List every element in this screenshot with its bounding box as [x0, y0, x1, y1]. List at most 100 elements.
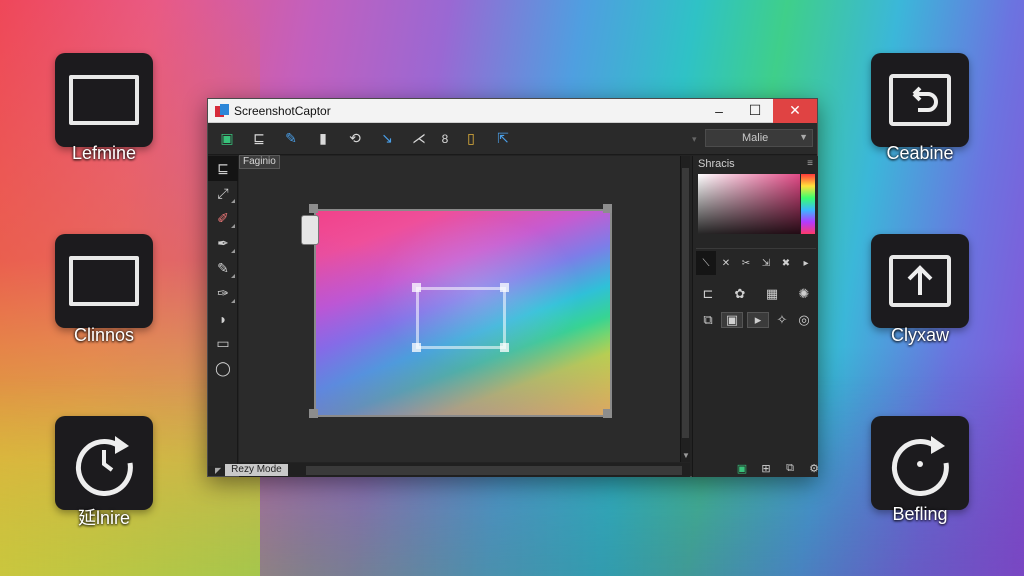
resize-icon: ⤢ — [217, 185, 229, 201]
status-menu-icon[interactable]: ◤ — [215, 466, 221, 475]
selection-handle-bottom-right[interactable] — [500, 343, 509, 352]
horizontal-scrollbar[interactable] — [305, 465, 682, 475]
brush-line-icon[interactable]: ⟍ — [696, 251, 716, 275]
selection-handle-top-right[interactable] — [500, 283, 509, 292]
export-icon[interactable]: ⇱ — [490, 128, 516, 150]
eye-icon[interactable]: ◎ — [795, 312, 813, 328]
color-picker[interactable] — [698, 174, 800, 234]
vertical-scrollbar[interactable]: ▼ — [680, 156, 690, 462]
sparkle-icon[interactable]: ✺ — [795, 286, 813, 302]
close-button[interactable]: ✕ — [773, 98, 817, 123]
maximize-button[interactable]: ☐ — [737, 99, 773, 123]
refresh-icon — [891, 436, 949, 496]
mode-select[interactable]: Malie ▼ — [705, 129, 813, 147]
title-bar[interactable]: ScreenshotCaptor – ☐ ✕ — [208, 98, 817, 123]
count-label: 8 — [441, 131, 449, 146]
rectangle-icon — [69, 75, 139, 125]
resize-handle-bottom-right[interactable] — [603, 409, 612, 418]
document-icon[interactable]: ▮ — [310, 128, 336, 150]
rotate-icon[interactable]: ⟲ — [342, 128, 368, 150]
brush-tool-button[interactable]: ✎ — [208, 256, 238, 281]
stamp-icon: ✑ — [217, 285, 229, 301]
rectangle-tool-button[interactable]: ▭ — [208, 331, 238, 356]
desktop-icon-label: Befling — [892, 504, 948, 524]
select-icon: ⊑ — [217, 160, 229, 176]
pen-icon: ✐ — [217, 210, 229, 226]
desktop-icon-label: 延lnire — [77, 508, 130, 528]
resize-handle-top-left[interactable] — [309, 204, 318, 213]
panel-header: Shracis ≡ — [693, 156, 818, 172]
eyedropper-tool-button[interactable]: ✒ — [208, 231, 238, 256]
brush-icon: ✎ — [217, 260, 229, 276]
brush-x-icon[interactable]: ✖ — [776, 251, 796, 275]
mode-select-value: Malie — [742, 132, 769, 144]
minimize-button[interactable]: – — [701, 99, 737, 123]
window-title: ScreenshotCaptor — [234, 103, 331, 118]
clipboard-icon[interactable]: ▯ — [458, 128, 484, 150]
frame-icon[interactable]: ▣ — [721, 312, 743, 328]
gear-icon[interactable]: ✿ — [731, 286, 749, 302]
app-window: ScreenshotCaptor – ☐ ✕ ▣ ⊑ ✎ ▮ ⟲ ↘ ⋌ 8 ▯… — [207, 98, 819, 477]
ellipse-icon: ◯ — [215, 360, 231, 376]
crop-icon[interactable]: ⊑ — [246, 128, 272, 150]
draw-icon[interactable]: ✎ — [278, 128, 304, 150]
app-logo-icon — [215, 103, 229, 118]
desktop-icon-refresh-left[interactable] — [55, 416, 153, 510]
pen-tool-button[interactable]: ✐ — [208, 206, 238, 231]
image-icon[interactable]: ▣ — [733, 460, 751, 476]
copy-icon[interactable]: ⧉ — [699, 312, 717, 328]
back-arrow-icon — [889, 74, 951, 126]
desktop-icon-ceabine[interactable] — [871, 53, 969, 147]
stamp-tool-button[interactable]: ✑ — [208, 281, 238, 306]
desktop-icon-clinnos[interactable] — [55, 234, 153, 328]
desktop-icon-label: Ceabine — [886, 143, 954, 163]
tool-options-row-1: ⊏ ✿ ▦ ✺ — [699, 286, 813, 302]
desktop-icon-label: Clinnos — [73, 325, 135, 345]
crop-option-icon[interactable]: ⊏ — [699, 286, 717, 302]
brush-cross-icon[interactable]: ✕ — [716, 251, 736, 275]
ellipse-tool-button[interactable]: ◯ — [208, 356, 238, 381]
select-tool-button[interactable]: ⊑ — [208, 156, 238, 181]
toolbar-overflow-icon[interactable]: ▾ — [692, 134, 697, 145]
upload-arrow-icon — [889, 255, 951, 307]
lasso-tool-button[interactable]: ◗ — [208, 306, 238, 331]
mode-indicator[interactable]: Rezy Mode — [225, 464, 288, 476]
share-icon[interactable]: ⋌ — [406, 128, 432, 150]
arrow-tool-icon[interactable]: ↘ — [374, 128, 400, 150]
add-icon[interactable]: ⊞ — [757, 460, 775, 476]
desktop-icon-label: Clyxaw — [890, 325, 949, 345]
capture-screen-icon[interactable]: ▣ — [214, 128, 240, 150]
selection-rectangle[interactable] — [416, 287, 506, 349]
brush-more-icon[interactable]: ▸ — [796, 251, 816, 275]
resize-tool-button[interactable]: ⤢ — [208, 181, 238, 206]
selection-handle-bottom-left[interactable] — [412, 343, 421, 352]
layers-icon[interactable]: ⧉ — [781, 460, 799, 476]
resize-handle-top-right[interactable] — [603, 204, 612, 213]
magic-icon[interactable]: ✧ — [773, 312, 791, 328]
settings-icon[interactable]: ⚙ — [805, 460, 823, 476]
resize-handle-bottom-left[interactable] — [309, 409, 318, 418]
selection-handle-top-left[interactable] — [412, 283, 421, 292]
play-icon[interactable]: ▸ — [747, 312, 769, 328]
rectangle-icon — [69, 256, 139, 306]
tool-tooltip: Faginio — [239, 155, 280, 169]
panel-menu-icon[interactable]: ≡ — [807, 158, 813, 169]
desktop-icon-lefmine[interactable] — [55, 53, 153, 147]
lasso-icon: ◗ — [218, 310, 228, 327]
hue-slider[interactable] — [801, 174, 815, 234]
desktop-icon-befling[interactable] — [871, 416, 969, 510]
eyedropper-icon: ✒ — [217, 235, 229, 251]
desktop-icon-clyxaw[interactable] — [871, 234, 969, 328]
desktop-icon-label: Lefmine — [71, 143, 137, 163]
tool-palette: ⊑ ⤢ ✐ ✒ ✎ ✑ ◗ ▭ ◯ — [208, 156, 238, 466]
refresh-icon — [75, 436, 133, 496]
rectangle-icon: ▭ — [216, 335, 230, 351]
status-bar: ◤ Rezy Mode — [215, 463, 690, 477]
grid-icon[interactable]: ▦ — [763, 286, 781, 302]
brush-arrow-icon[interactable]: ⇲ — [756, 251, 776, 275]
chevron-down-icon: ▼ — [799, 132, 808, 142]
brush-scissor-icon[interactable]: ✂ — [736, 251, 756, 275]
scrollbar-thumb[interactable] — [682, 168, 689, 438]
pin-icon[interactable] — [301, 215, 319, 245]
scroll-down-icon[interactable]: ▼ — [682, 451, 690, 460]
